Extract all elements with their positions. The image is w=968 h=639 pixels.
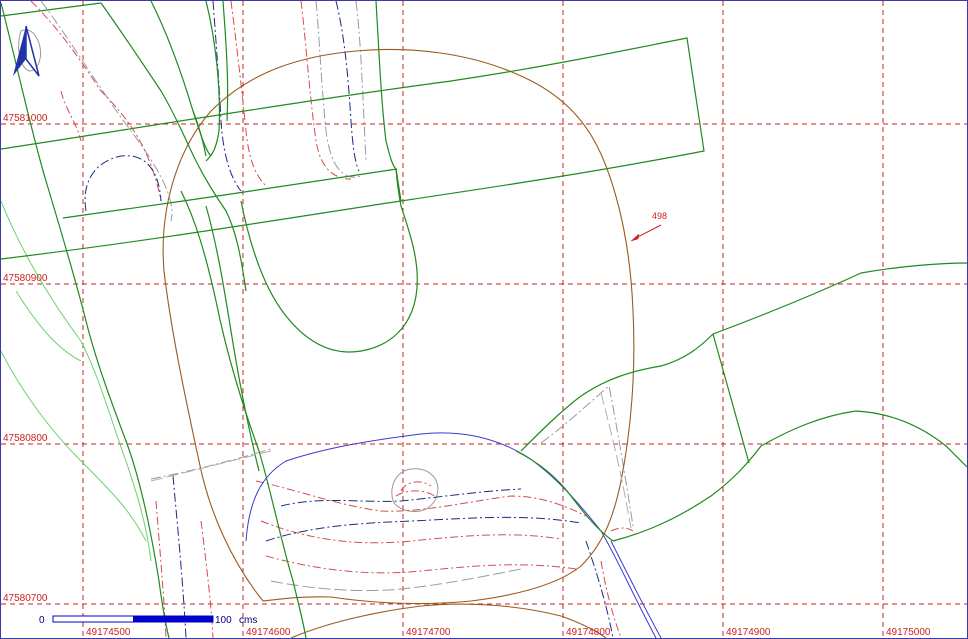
red-contour — [30, 1, 162, 202]
gray-dashed-lines — [150, 392, 632, 529]
red-contour — [265, 555, 577, 574]
northing-label: 47580900 — [3, 273, 48, 284]
parcel-line — [1, 2, 170, 638]
navy-contour — [265, 516, 582, 542]
scale-start-label: 0 — [39, 615, 45, 626]
red-contour — [230, 1, 267, 187]
parcel-line — [612, 410, 967, 542]
parcel-line — [222, 1, 229, 122]
scale-bar: 0 100 cms — [39, 615, 257, 626]
gray-contour — [315, 1, 362, 178]
gray-contour — [355, 1, 367, 162]
light-green-lines — [1, 200, 152, 562]
north-arrow-right — [25, 25, 40, 77]
northing-labels: 47581000 47580900 47580800 47580700 — [3, 113, 48, 604]
scale-bar-fill — [133, 616, 213, 622]
parcel-line — [150, 1, 212, 157]
red-contour — [260, 520, 562, 544]
annotation-arrowhead — [630, 233, 640, 242]
parcel-line — [395, 168, 402, 202]
map-canvas[interactable]: 498 47581000 47580900 47580800 47580700 … — [0, 0, 968, 639]
light-green-line — [1, 200, 152, 562]
parcel-line — [100, 2, 247, 292]
annotation-label: 498 — [652, 211, 667, 221]
easting-label: 49175000 — [886, 627, 931, 638]
northing-label: 47580700 — [3, 593, 48, 604]
map-drawing: 498 47581000 47580900 47580800 47580700 … — [1, 1, 967, 638]
northing-label: 47580800 — [3, 433, 48, 444]
blue-contour — [610, 540, 662, 638]
parcel-line — [205, 1, 221, 162]
gray-dashed-line — [600, 392, 632, 529]
navy-contour — [172, 475, 187, 638]
navy-contour — [212, 1, 242, 192]
parcel-line — [240, 168, 418, 353]
easting-label: 49174500 — [86, 627, 131, 638]
navy-contour — [335, 1, 360, 172]
red-contour — [60, 90, 82, 142]
gray-contour — [540, 385, 634, 527]
gray-contour — [391, 468, 439, 512]
easting-label: 49174700 — [406, 627, 451, 638]
easting-label: 49174600 — [246, 627, 291, 638]
north-arrow-left — [13, 26, 26, 76]
scale-unit-label: cms — [239, 615, 257, 626]
northing-label: 47581000 — [3, 113, 48, 124]
gray-contour — [150, 448, 272, 480]
red-contour — [400, 481, 432, 492]
parcel-line — [205, 205, 260, 472]
contour-annotation: 498 — [630, 211, 667, 242]
red-contour — [395, 490, 437, 498]
parcel-line — [1, 2, 102, 17]
red-contours — [30, 1, 634, 638]
navy-contour — [84, 155, 162, 212]
scale-end-label: 100 — [215, 615, 232, 626]
easting-label: 49174800 — [566, 627, 611, 638]
gray-contours — [18, 1, 634, 592]
coordinate-grid — [1, 1, 967, 638]
parcel-line — [375, 1, 397, 170]
navy-contour — [280, 488, 522, 507]
parcel-lines — [1, 1, 967, 638]
parcel-line — [62, 168, 398, 219]
easting-label: 49174900 — [726, 627, 771, 638]
parcel-line — [520, 262, 967, 452]
red-contour — [300, 1, 352, 180]
light-green-line — [1, 350, 147, 542]
red-contour — [610, 527, 634, 532]
light-green-line — [15, 290, 82, 362]
